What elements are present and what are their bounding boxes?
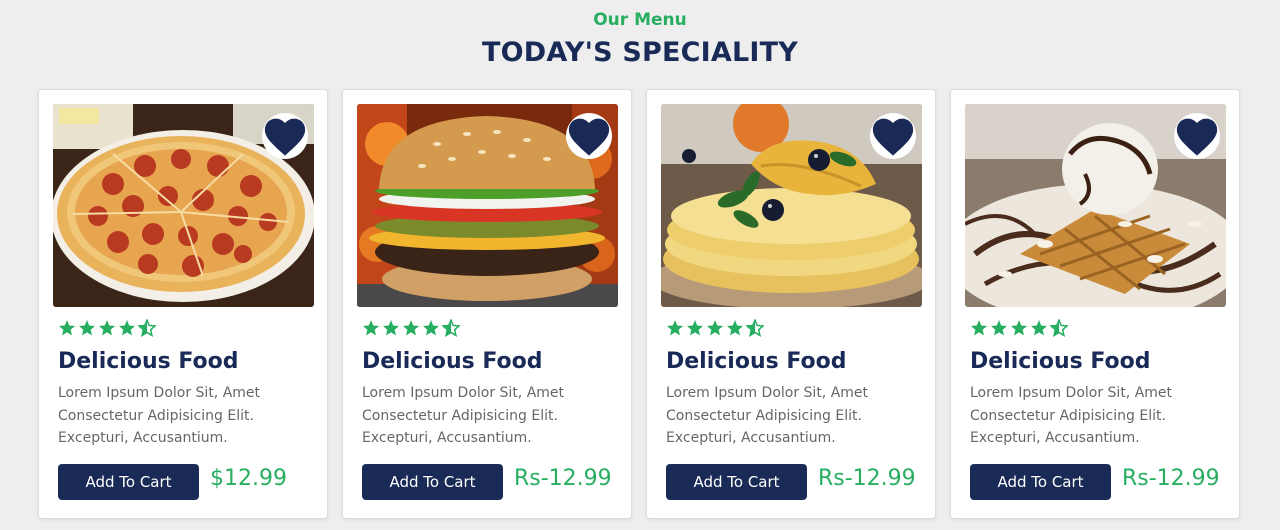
star-icon <box>666 320 684 336</box>
star-icon <box>706 320 724 336</box>
menu-card: Delicious Food Lorem Ipsum Dolor Sit, Am… <box>342 89 632 519</box>
star-half-icon <box>1050 319 1068 337</box>
menu-card: Delicious Food Lorem Ipsum Dolor Sit, Am… <box>646 89 936 519</box>
food-name: Delicious Food <box>58 349 239 374</box>
star-icon <box>382 320 400 336</box>
heart-icon <box>1176 118 1218 156</box>
menu-card: Delicious Food Lorem Ipsum Dolor Sit, Am… <box>38 89 328 519</box>
star-icon <box>78 320 96 336</box>
food-price: $12.99 <box>210 466 287 491</box>
star-icon <box>118 320 136 336</box>
star-rating <box>666 319 764 337</box>
favorite-button[interactable] <box>1174 113 1220 159</box>
add-to-cart-button[interactable]: Add To Cart <box>666 464 807 500</box>
heart-icon <box>872 118 914 156</box>
star-half-icon <box>746 319 764 337</box>
star-icon <box>1010 320 1028 336</box>
star-half-icon <box>442 319 460 337</box>
food-description: Lorem Ipsum Dolor Sit, Amet Consectetur … <box>58 385 261 446</box>
star-icon <box>422 320 440 336</box>
food-description: Lorem Ipsum Dolor Sit, Amet Consectetur … <box>666 385 869 446</box>
section-title: TODAY'S SPECIALITY <box>481 37 798 68</box>
section-subtitle: Our Menu <box>593 10 687 30</box>
food-price: Rs-12.99 <box>818 466 916 491</box>
food-description: Lorem Ipsum Dolor Sit, Amet Consectetur … <box>362 385 565 446</box>
favorite-button[interactable] <box>870 113 916 159</box>
favorite-button[interactable] <box>262 113 308 159</box>
food-image-burger <box>357 104 618 307</box>
star-half-icon <box>138 319 156 337</box>
star-icon <box>362 320 380 336</box>
star-rating <box>362 319 460 337</box>
food-image-crepes <box>661 104 922 307</box>
add-to-cart-button[interactable]: Add To Cart <box>362 464 503 500</box>
star-rating <box>58 319 156 337</box>
add-to-cart-button[interactable]: Add To Cart <box>970 464 1111 500</box>
heart-icon <box>568 118 610 156</box>
menu-card: Delicious Food Lorem Ipsum Dolor Sit, Am… <box>950 89 1240 519</box>
food-name: Delicious Food <box>970 349 1151 374</box>
food-name: Delicious Food <box>362 349 543 374</box>
food-image-waffle <box>965 104 1226 307</box>
star-icon <box>686 320 704 336</box>
food-image-pizza <box>53 104 314 307</box>
heart-icon <box>264 118 306 156</box>
star-icon <box>990 320 1008 336</box>
star-icon <box>98 320 116 336</box>
star-icon <box>402 320 420 336</box>
food-description: Lorem Ipsum Dolor Sit, Amet Consectetur … <box>970 385 1173 446</box>
food-price: Rs-12.99 <box>1122 466 1220 491</box>
star-rating <box>970 319 1068 337</box>
star-icon <box>726 320 744 336</box>
food-name: Delicious Food <box>666 349 847 374</box>
favorite-button[interactable] <box>566 113 612 159</box>
star-icon <box>970 320 988 336</box>
food-price: Rs-12.99 <box>514 466 612 491</box>
add-to-cart-button[interactable]: Add To Cart <box>58 464 199 500</box>
star-icon <box>58 320 76 336</box>
section-heading: Our Menu TODAY'S SPECIALITY <box>0 8 1280 73</box>
star-icon <box>1030 320 1048 336</box>
